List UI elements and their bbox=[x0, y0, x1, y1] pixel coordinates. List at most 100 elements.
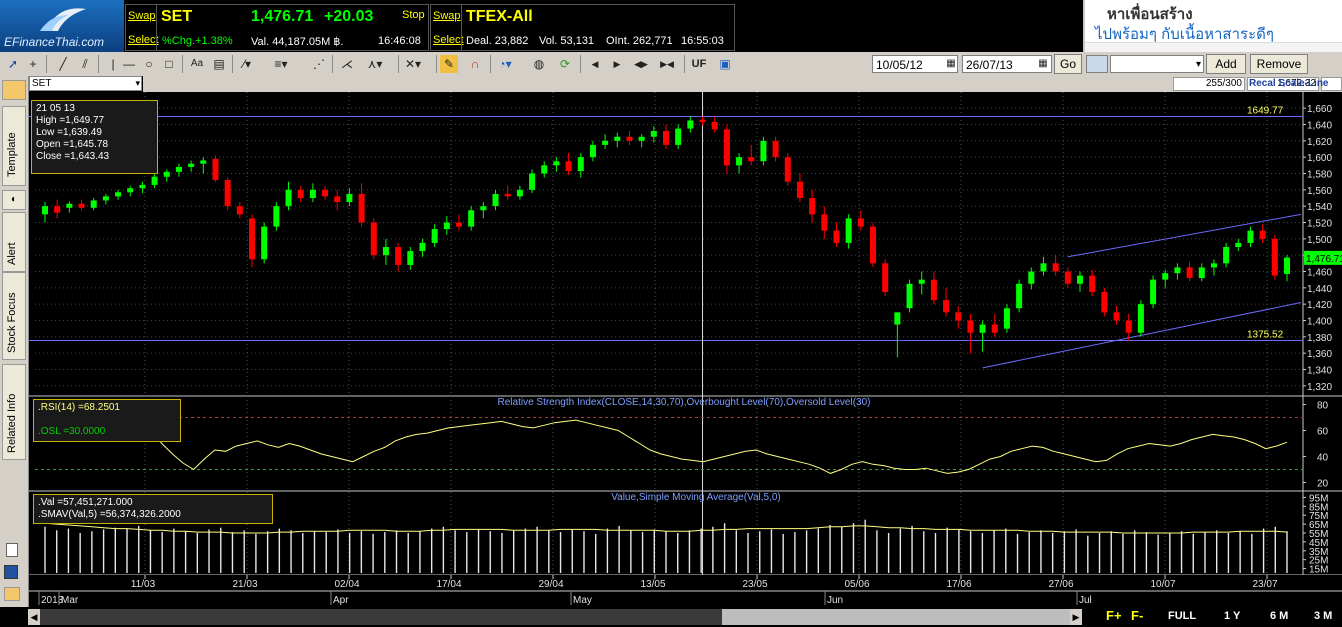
alert-bell-icon[interactable]: ◐ bbox=[2, 190, 26, 210]
channel-tool-icon[interactable]: ▤ bbox=[210, 55, 228, 73]
color-swatch[interactable] bbox=[1086, 55, 1108, 73]
line-tool-icon[interactable]: ╱ bbox=[54, 55, 72, 73]
rsi-tick-label: 40 bbox=[1317, 453, 1329, 464]
candle-body bbox=[358, 193, 365, 223]
scroll-right-icon[interactable]: ▶ bbox=[608, 55, 626, 73]
tab-template[interactable]: Template bbox=[2, 106, 26, 186]
candle-body bbox=[1284, 257, 1290, 274]
month-label: May bbox=[573, 595, 592, 606]
tfex-select-link[interactable]: Select bbox=[433, 34, 464, 46]
price-tick-label: 1,580 bbox=[1307, 170, 1332, 181]
tfex-time: 16:55:03 bbox=[681, 35, 724, 47]
zoom-out-icon[interactable]: ▶◀ bbox=[658, 55, 676, 73]
tab-related-info[interactable]: Related Info bbox=[2, 364, 26, 460]
horizontal-line-icon[interactable]: — bbox=[120, 55, 138, 73]
date-tick-label: 05/06 bbox=[844, 579, 869, 590]
indicator-dropdown[interactable]: ▾ bbox=[1110, 55, 1204, 73]
tab-alert[interactable]: Alert bbox=[2, 212, 26, 272]
candle-body bbox=[419, 242, 426, 252]
date-tick-label: 17/06 bbox=[946, 579, 971, 590]
candle-body bbox=[127, 188, 134, 193]
date-to-calendar-icon[interactable]: ▦ bbox=[1036, 56, 1050, 72]
text-tool-icon[interactable]: Aa bbox=[188, 55, 206, 73]
candle-body bbox=[541, 165, 548, 174]
delete-drawing-icon[interactable]: ✕▾ bbox=[404, 55, 422, 73]
pointer-icon[interactable]: ➚ bbox=[4, 55, 22, 73]
candle-body bbox=[1235, 242, 1242, 247]
candle-body bbox=[504, 193, 511, 197]
logo-swoosh-icon bbox=[40, 8, 86, 31]
remove-button[interactable]: Remove bbox=[1250, 54, 1308, 74]
rectangle-tool-icon[interactable]: □ bbox=[160, 55, 178, 73]
fibonacci-icon[interactable]: ⋰ bbox=[310, 55, 328, 73]
tfex-swap-link[interactable]: Swap bbox=[433, 10, 461, 22]
candle-body bbox=[882, 263, 889, 292]
scrollbar-thumb[interactable] bbox=[722, 609, 1070, 625]
date-from-calendar-icon[interactable]: ▦ bbox=[944, 56, 958, 72]
pencil-icon[interactable]: ✎ bbox=[440, 55, 458, 73]
set-select-link[interactable]: Select bbox=[128, 34, 159, 46]
ohlc-info-box: 21 05 13 High =1,649.77 Low =1,639.49 Op… bbox=[31, 100, 158, 174]
candle-body bbox=[1101, 291, 1108, 313]
candle-body bbox=[54, 206, 61, 213]
candle-body bbox=[748, 157, 755, 162]
range-6m-button[interactable]: 6 M bbox=[1270, 610, 1288, 622]
go-button[interactable]: Go bbox=[1054, 54, 1082, 74]
candle-body bbox=[602, 140, 609, 145]
refresh-icon[interactable]: ⟳ bbox=[556, 55, 574, 73]
uf-button[interactable]: UF bbox=[688, 55, 710, 73]
candle-body bbox=[66, 203, 73, 208]
advertisement-banner[interactable]: หาเพื่อนสร้าง ไปพร้อมๆ กับเนื้อหาสาระดีๆ bbox=[1083, 0, 1342, 52]
set-swap-link[interactable]: Swap bbox=[128, 10, 156, 22]
zoom-in-button[interactable]: F+ bbox=[1106, 608, 1122, 623]
price-tick-label: 1,340 bbox=[1307, 366, 1332, 377]
new-document-icon[interactable] bbox=[6, 543, 18, 557]
efinancethai-logo[interactable]: EFinanceThai.com bbox=[0, 0, 124, 52]
candle-body bbox=[1271, 238, 1278, 276]
pattern-tool-icon[interactable]: ⋏▾ bbox=[366, 55, 384, 73]
save-icon[interactable] bbox=[4, 565, 18, 579]
zoom-out-button[interactable]: F- bbox=[1131, 608, 1143, 623]
price-tick-label: 1,360 bbox=[1307, 349, 1332, 360]
candle-body bbox=[870, 226, 876, 264]
scroll-left-icon[interactable]: ◀ bbox=[586, 55, 604, 73]
set-value: Val. 44,187.05M ฿. bbox=[251, 36, 344, 48]
drawing-toolbar: ➚ + ╱ ⫽ | — ○ □ Aa ▤ ⁄▾ ≡▾ ⋰ ⋌ ⋏▾ ✕▾ ✎ ∩… bbox=[0, 52, 1342, 77]
horizontal-scrollbar[interactable] bbox=[40, 609, 1070, 625]
candle-body bbox=[736, 157, 743, 166]
trendline-icon[interactable]: ⋌ bbox=[338, 55, 356, 73]
range-1y-button[interactable]: 1 Y bbox=[1224, 610, 1240, 622]
val-value: .Val =57,451,271.000 bbox=[38, 497, 133, 508]
price-tick-label: 1,600 bbox=[1307, 153, 1332, 164]
screen-icon[interactable]: ▣ bbox=[716, 55, 734, 73]
candle-body bbox=[1162, 273, 1169, 280]
chart-svg[interactable]: 1649.77 1375.52 Relative Strength Index(C… bbox=[29, 76, 1342, 627]
candle-body bbox=[443, 222, 450, 230]
price-tick-label: 1,520 bbox=[1307, 219, 1332, 230]
line-style-icon[interactable]: ⁄▾ bbox=[238, 55, 256, 73]
scroll-left-arrow-icon[interactable]: ◀ bbox=[28, 609, 40, 625]
candle-body bbox=[456, 222, 462, 227]
zoom-in-icon[interactable]: ◀▶ bbox=[632, 55, 650, 73]
clock-icon[interactable]: ◔▾ bbox=[496, 55, 514, 73]
scroll-right-arrow-icon[interactable]: ▶ bbox=[1070, 609, 1082, 625]
circle-tool-icon[interactable]: ○ bbox=[140, 55, 158, 73]
folder-icon[interactable] bbox=[2, 80, 26, 100]
crosshair-icon[interactable]: + bbox=[24, 55, 42, 73]
tab-stock-focus[interactable]: Stock Focus bbox=[2, 272, 26, 360]
rsi-tick-label: 20 bbox=[1317, 479, 1329, 490]
range-full-button[interactable]: FULL bbox=[1168, 610, 1196, 622]
date-tick-label: 17/04 bbox=[436, 579, 461, 590]
candle-body bbox=[236, 206, 243, 215]
candle-body bbox=[1003, 308, 1010, 329]
palette-icon[interactable]: ◍ bbox=[530, 55, 548, 73]
chart-area[interactable]: SET ▾ 255/300 1,672.32 Recal Scale-Line … bbox=[29, 76, 1342, 627]
magnet-icon[interactable]: ∩ bbox=[466, 55, 484, 73]
set-time: 16:46:08 bbox=[378, 35, 421, 47]
line-width-icon[interactable]: ≡▾ bbox=[272, 55, 290, 73]
month-label: Jul bbox=[1079, 595, 1092, 606]
add-button[interactable]: Add bbox=[1206, 54, 1246, 74]
parallel-line-icon[interactable]: ⫽ bbox=[76, 55, 94, 73]
open-folder-icon[interactable] bbox=[4, 587, 20, 601]
range-3m-button[interactable]: 3 M bbox=[1314, 610, 1332, 622]
